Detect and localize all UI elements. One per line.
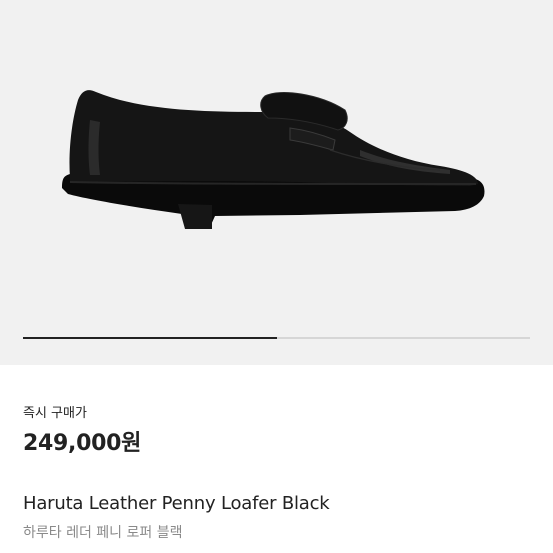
product-name-korean: 하루타 레더 페니 로퍼 블랙 [23, 525, 183, 541]
instant-buy-price: 249,000원 [23, 431, 142, 456]
carousel-progress-bar [23, 337, 277, 339]
product-image-area[interactable] [0, 0, 553, 365]
instant-buy-label: 즉시 구매가 [23, 406, 87, 421]
product-name-english: Haruta Leather Penny Loafer Black [23, 493, 330, 514]
loafer-shoe-image [62, 90, 485, 229]
carousel-progress-track[interactable] [23, 337, 530, 339]
